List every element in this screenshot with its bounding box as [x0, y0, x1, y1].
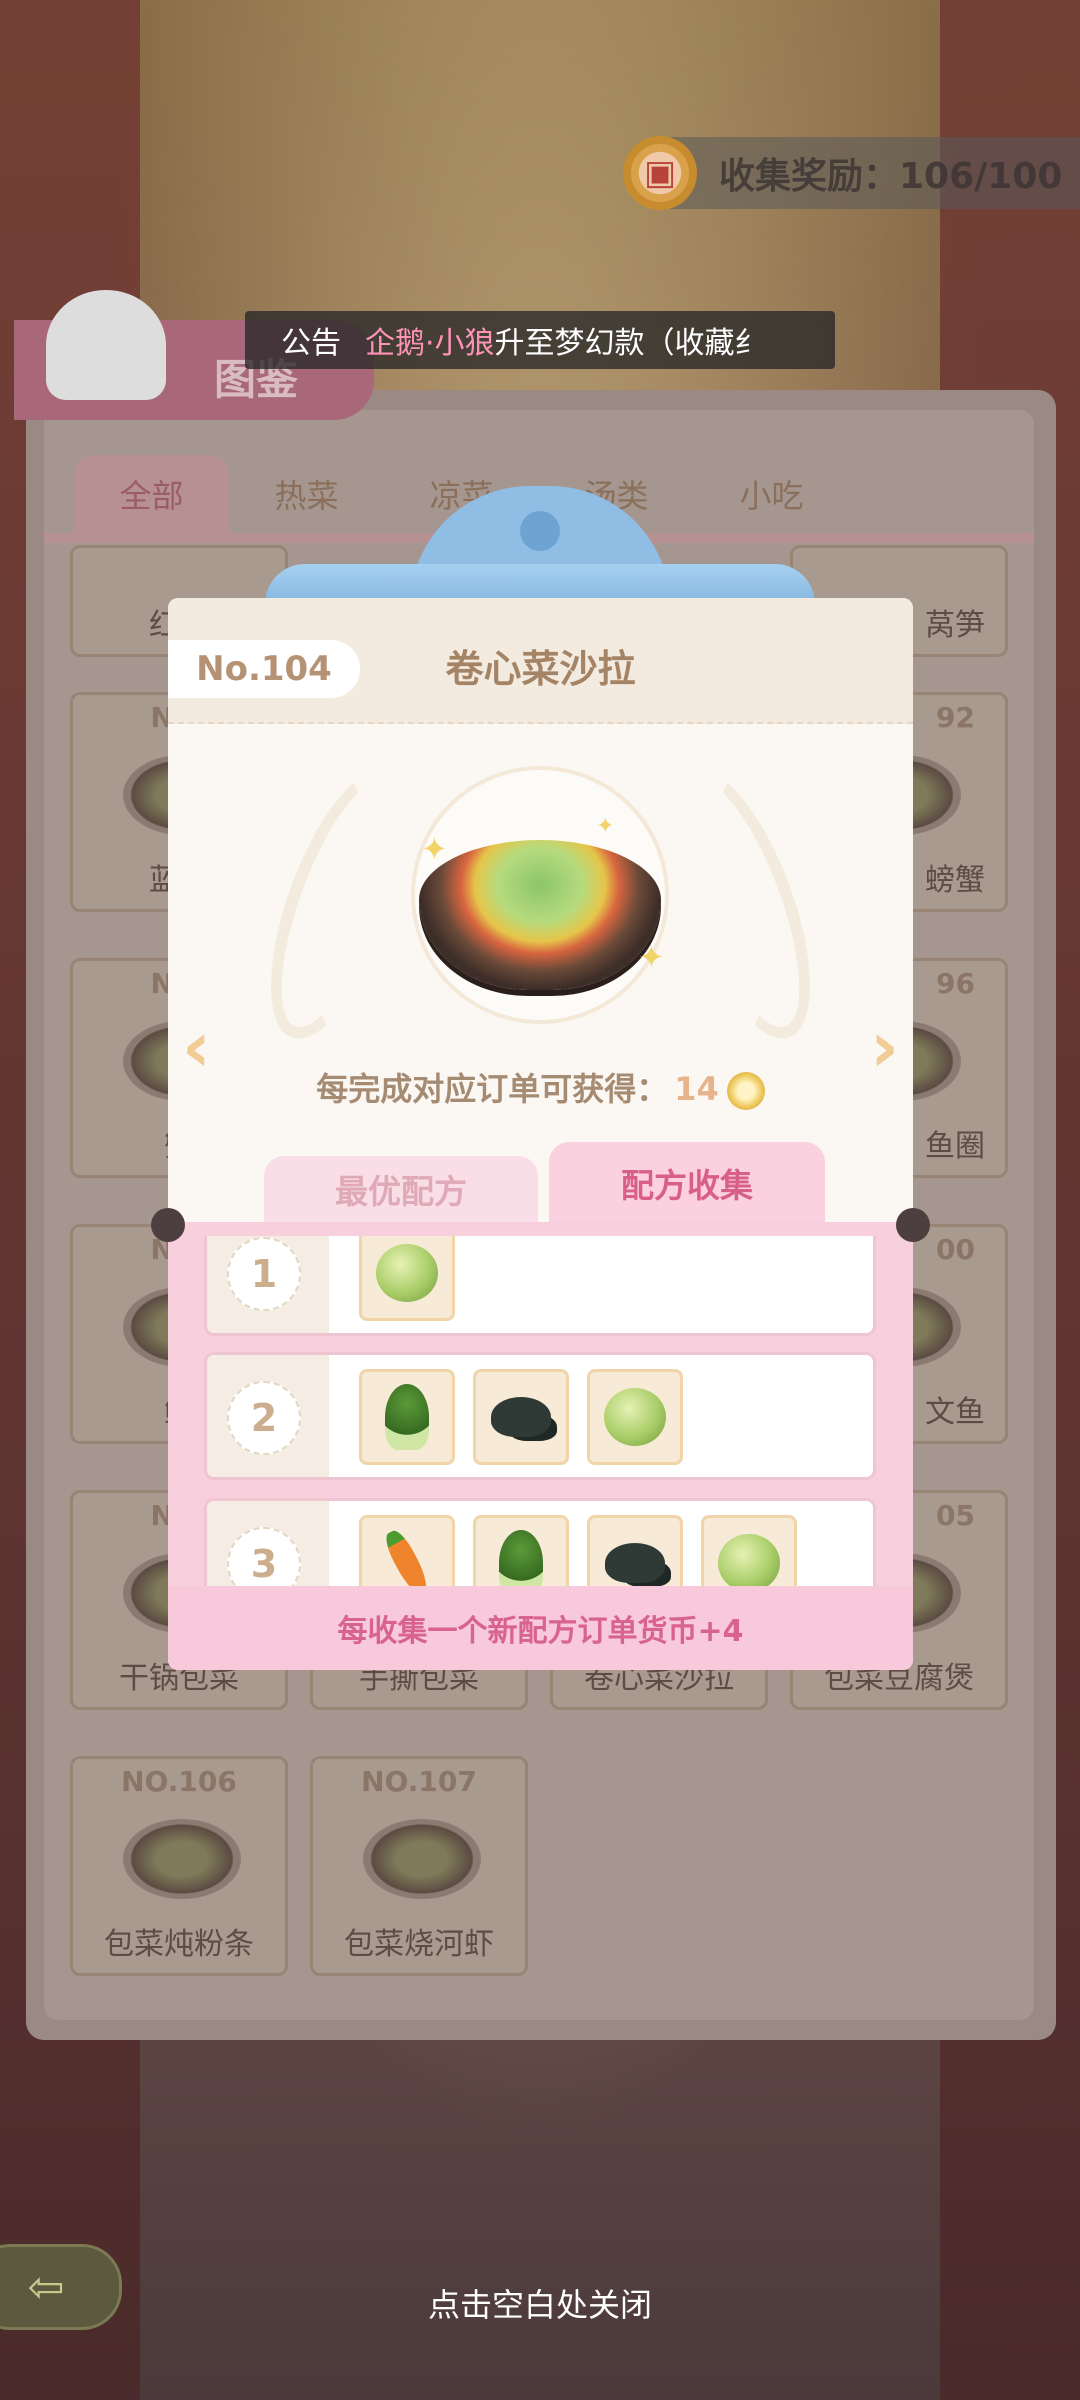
announcement-tag: 公告	[281, 326, 341, 361]
recipe-index: 3	[227, 1527, 301, 1586]
dish-image	[363, 1819, 481, 1899]
cabbage-icon	[701, 1515, 797, 1586]
carrot-icon	[359, 1515, 455, 1586]
close-hint: 点击空白处关闭	[427, 2286, 652, 2324]
chef-hat-icon	[46, 290, 166, 400]
recipe-index: 1	[227, 1237, 301, 1311]
collection-bonus-note: 每收集一个新配方订单货币+4	[168, 1586, 913, 1670]
punch-hole-left	[151, 1208, 185, 1242]
recipe-card[interactable]: NO.106 包菜炖粉条	[70, 1756, 288, 1976]
tab-recipe-collection[interactable]: 配方收集	[549, 1142, 825, 1224]
order-reward-label: 每完成对应订单可获得：	[316, 1070, 669, 1108]
tab-snack[interactable]: 小吃	[694, 455, 849, 533]
collection-reward-button[interactable]: ▣ 收集奖励：106/100	[623, 136, 1080, 210]
recipe-list[interactable]: 1 2 3	[168, 1236, 913, 1586]
recipe-row: 2	[204, 1352, 876, 1480]
wreath-right-icon	[643, 752, 839, 1056]
tab-best-recipe[interactable]: 最优配方	[264, 1156, 538, 1222]
dish-number: No.104	[168, 640, 360, 698]
punch-hole-right	[896, 1208, 930, 1242]
announcement-highlight: 企鹅·小狼	[365, 326, 495, 361]
clipboard-clip-dot	[520, 511, 560, 551]
tab-hot[interactable]: 热菜	[229, 455, 384, 533]
black-fungus-icon	[473, 1369, 569, 1465]
recipe-index: 2	[227, 1381, 301, 1455]
black-fungus-icon	[587, 1515, 683, 1586]
bok-choy-icon	[473, 1515, 569, 1586]
tab-all[interactable]: 全部	[74, 455, 229, 533]
cabbage-icon	[359, 1236, 455, 1321]
recipe-card[interactable]: NO.107 包菜烧河虾	[310, 1756, 528, 1976]
modal-header: 卷心菜沙拉 No.104	[168, 598, 913, 724]
sparkle-icon: ✦	[638, 938, 665, 976]
coin-icon	[726, 1072, 765, 1110]
sparkle-icon: ✦	[596, 814, 615, 839]
sparkle-icon: ✦	[421, 830, 448, 868]
announcement-banner: 公告 企鹅·小狼 升至梦幻款（收藏纟	[245, 311, 835, 369]
cabbage-icon	[587, 1369, 683, 1465]
bok-choy-icon	[359, 1369, 455, 1465]
recipe-row: 3	[204, 1498, 876, 1586]
collection-reward-label: 收集奖励：106/100	[719, 156, 1063, 197]
wreath-left-icon	[242, 752, 438, 1056]
order-reward: 每完成对应订单可获得： 14	[168, 1064, 913, 1110]
gift-icon: ▣	[623, 136, 697, 210]
dish-image	[123, 1819, 241, 1899]
order-reward-value: 14	[674, 1070, 719, 1108]
dish-detail-modal: 卷心菜沙拉 No.104 ✦ ✦ ✦ ‹ › 每完成对应订单可获得： 14 最优配…	[168, 598, 913, 1670]
announcement-text: 升至梦幻款（收藏纟	[494, 326, 765, 361]
recipe-row: 1	[204, 1236, 876, 1336]
